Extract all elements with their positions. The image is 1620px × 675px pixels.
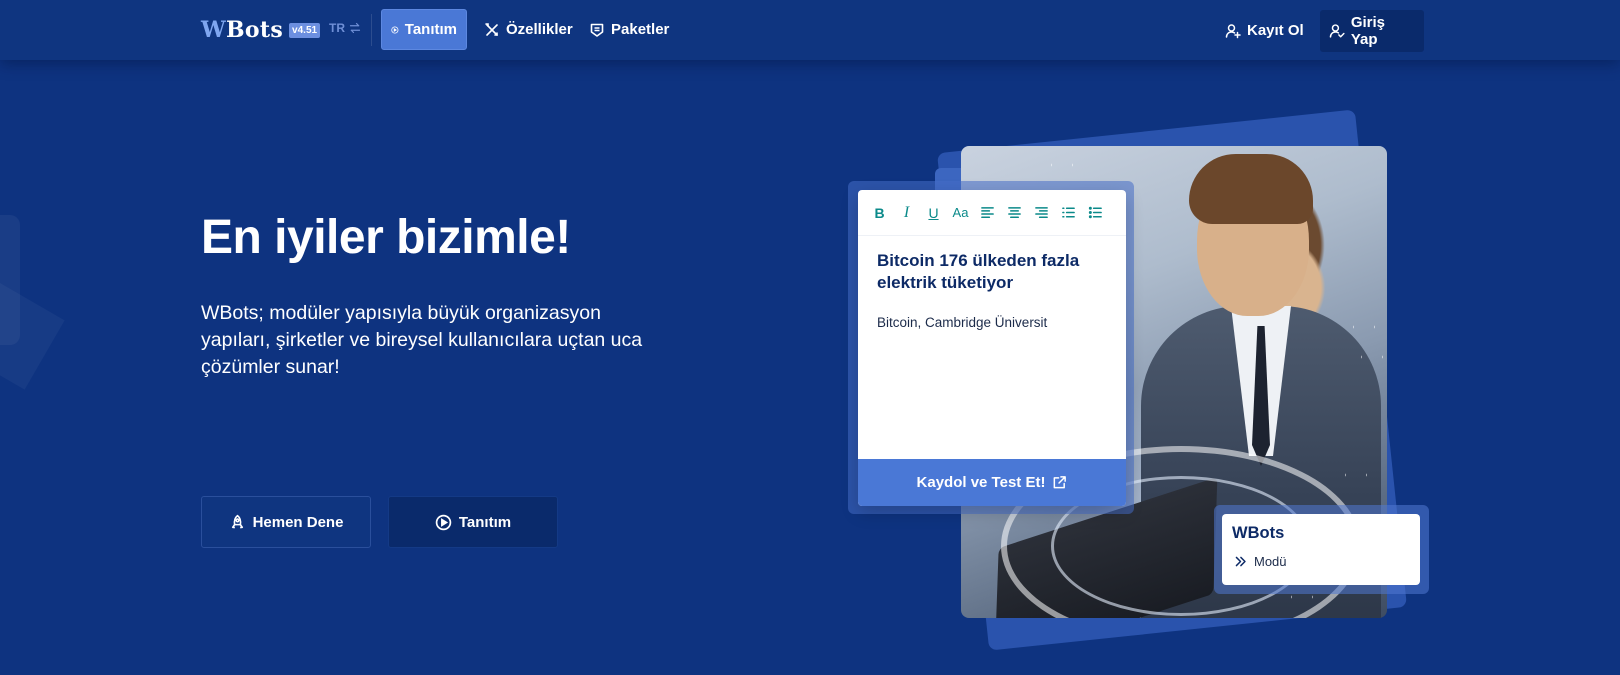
play-circle-icon	[435, 514, 452, 530]
editor-body-text[interactable]: Bitcoin, Cambridge Üniversit	[877, 315, 1117, 330]
decorative-shape	[0, 280, 65, 390]
nav-item-paketler[interactable]: Paketler	[580, 9, 678, 50]
editor-toolbar: B I U Aa	[858, 190, 1126, 236]
hexagon-shape	[1353, 317, 1375, 337]
register-and-test-button[interactable]: Kaydol ve Test Et!	[858, 459, 1126, 506]
hero-title: En iyiler bizimle!	[201, 211, 571, 264]
align-center-icon	[1008, 207, 1021, 218]
editor-card: B I U Aa Bitcoin 176 ülkeden fazla elekt…	[858, 190, 1126, 506]
version-badge: v4.51	[289, 22, 321, 38]
user-plus-icon	[1225, 23, 1241, 38]
nav-item-label: Tanıtım	[404, 21, 457, 38]
module-card-title: WBots	[1232, 524, 1285, 542]
hexagon-shape	[1051, 155, 1073, 175]
module-card[interactable]: WBots Modü	[1222, 514, 1420, 585]
nav-item-tanitim[interactable]: Tanıtım	[381, 9, 467, 50]
module-card-subtitle-text: Modü	[1254, 554, 1287, 569]
play-circle-icon	[391, 25, 399, 34]
underline-button[interactable]: U	[920, 199, 947, 226]
try-now-button[interactable]: Hemen Dene	[201, 496, 371, 548]
tools-icon	[485, 22, 498, 36]
nav-item-ozellikler[interactable]: Özellikler	[475, 9, 582, 50]
nav-divider	[371, 14, 372, 46]
photo-figure-hair	[1189, 154, 1313, 224]
intro-button[interactable]: Tanıtım	[388, 496, 558, 548]
swap-arrows-icon	[349, 22, 361, 34]
language-switcher[interactable]: TR	[329, 21, 361, 35]
unordered-list-button[interactable]	[1082, 199, 1109, 226]
nav-item-label: Özellikler	[506, 21, 573, 38]
package-icon	[590, 23, 604, 37]
register-label: Kayıt Ol	[1247, 22, 1304, 39]
try-now-label: Hemen Dene	[252, 513, 344, 531]
register-and-test-label: Kaydol ve Test Et!	[916, 474, 1046, 491]
login-button[interactable]: Giriş Yap	[1320, 10, 1424, 52]
bold-button[interactable]: B	[866, 199, 893, 226]
rocket-icon	[231, 514, 243, 528]
ordered-list-icon	[1062, 207, 1075, 218]
unordered-list-icon	[1088, 206, 1102, 219]
intro-label: Tanıtım	[458, 513, 512, 531]
align-right-button[interactable]	[1028, 199, 1055, 226]
login-label: Giriş Yap	[1350, 14, 1386, 48]
top-navbar: WBots v4.51 TR Tanıtım Özellikler Paketl…	[0, 0, 1620, 60]
ordered-list-button[interactable]	[1055, 199, 1082, 226]
brand-logo[interactable]: WBots v4.51	[201, 16, 321, 44]
register-button[interactable]: Kayıt Ol	[1216, 10, 1313, 51]
editor-headline[interactable]: Bitcoin 176 ülkeden fazla elektrik tüket…	[877, 250, 1112, 294]
align-right-icon	[1035, 207, 1048, 218]
user-check-icon	[1329, 24, 1345, 38]
align-left-button[interactable]	[974, 199, 1001, 226]
nav-item-label: Paketler	[611, 21, 670, 38]
align-center-button[interactable]	[1001, 199, 1028, 226]
brand-name: WBots	[201, 17, 284, 43]
language-code: TR	[329, 21, 345, 35]
align-left-icon	[981, 207, 994, 218]
italic-button[interactable]: I	[893, 199, 920, 226]
external-link-icon	[1054, 476, 1067, 489]
module-card-subtitle: Modü	[1234, 554, 1287, 569]
chevrons-right-icon	[1235, 556, 1246, 567]
font-size-button[interactable]: Aa	[947, 199, 974, 226]
hero-description: WBots; modüler yapısıyla büyük organizas…	[201, 302, 643, 378]
